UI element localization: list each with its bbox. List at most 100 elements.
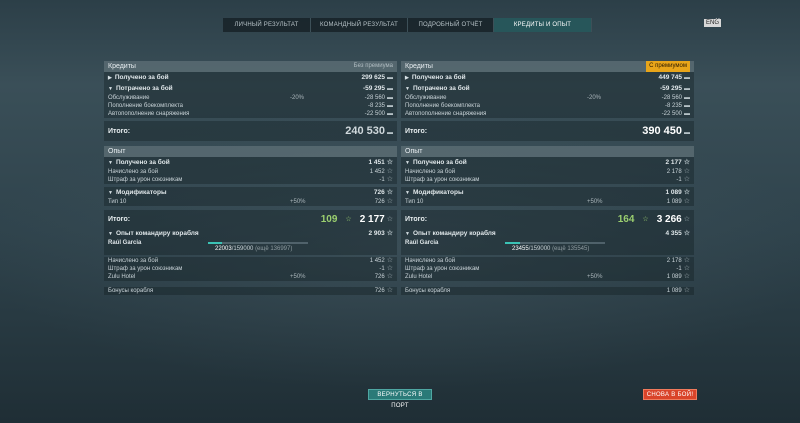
zulu-modifier: +50%: [290, 274, 306, 280]
zulu-label: Zulu Hotel: [405, 274, 433, 280]
credits-spent-label: Потрачено за бой: [115, 84, 173, 92]
collapse-arrow-icon[interactable]: ▼: [405, 231, 410, 237]
exp-total-value: 2 177: [359, 213, 385, 225]
battle-again-button[interactable]: СНОВА В БОЙ!: [643, 389, 697, 400]
collapse-arrow-icon[interactable]: ▼: [405, 160, 410, 166]
modifiers-row[interactable]: ▼ Модификаторы 726 ☆: [104, 187, 397, 198]
tab-detailed-report[interactable]: ПОДРОБНЫЙ ОТЧЁТ: [408, 18, 494, 32]
tier-row: Тип 10 +50% 726 ☆: [104, 198, 397, 206]
exp-earned-row[interactable]: ▼ Получено за бой 2 177 ☆: [401, 157, 694, 168]
credits-spent-label: Потрачено за бой: [412, 84, 470, 92]
zulu-row: Zulu Hotel +50% 726 ☆: [104, 273, 397, 281]
maintenance-value: -28 560 ▬: [661, 95, 690, 101]
expand-arrow-icon[interactable]: ▶: [108, 75, 112, 81]
coin-icon: ▬: [387, 103, 393, 109]
credits-title: Кредиты: [108, 63, 136, 70]
ammo-value: -8 235 ▬: [367, 103, 393, 109]
star-icon: ☆: [386, 287, 393, 294]
premium-tag: С премиумом: [646, 61, 690, 72]
cmdr-exp-label: Опыт командиру корабля: [115, 229, 199, 237]
ship-bonus-row: Бонусы корабля 1 089 ☆: [401, 287, 694, 295]
exp-penalty-label: Штраф за урон союзникам: [108, 177, 183, 183]
exp-penalty-value: -1 ☆: [676, 176, 690, 183]
star-icon: ☆: [386, 198, 393, 205]
ship-bonus-row: Бонусы корабля 726 ☆: [104, 287, 397, 295]
star-icon: ☆: [683, 189, 690, 196]
tab-credits-and-exp[interactable]: КРЕДИТЫ И ОПЫТ: [494, 18, 592, 32]
modifiers-row[interactable]: ▼ Модификаторы 1 089 ☆: [401, 187, 694, 198]
exp-earned-label: Получено за бой: [115, 158, 170, 166]
star-icon: ☆: [386, 216, 393, 223]
cmdr-exp-row[interactable]: ▼ Опыт командиру корабля 4 355 ☆: [401, 228, 694, 239]
exp-earned-row[interactable]: ▼ Получено за бой 1 451 ☆: [104, 157, 397, 168]
consumables-row: Автопополнение снаряжения -22 500 ▬: [104, 110, 397, 118]
zulu-label: Zulu Hotel: [108, 274, 136, 280]
coin-icon: ▬: [684, 130, 690, 136]
star-icon: ☆: [683, 257, 690, 264]
return-to-port-button[interactable]: ВЕРНУТЬСЯ В ПОРТ: [368, 389, 432, 409]
tab-team-result[interactable]: КОМАНДНЫЙ РЕЗУЛЬТАТ: [311, 18, 408, 32]
collapse-arrow-icon[interactable]: ▼: [405, 86, 410, 92]
cmdr-exp-row[interactable]: ▼ Опыт командиру корабля 2 903 ☆: [104, 228, 397, 239]
tier-value: 726 ☆: [374, 198, 393, 205]
exp-header: Опыт: [104, 146, 397, 157]
exp-penalty-value: -1 ☆: [379, 176, 393, 183]
credits-spent-row[interactable]: ▼ Потрачено за бой -59 295 ▬: [104, 83, 397, 94]
consumables-row: Автопополнение снаряжения -22 500 ▬: [401, 110, 694, 118]
cmdr-accrued-label: Начислено за бой: [108, 258, 159, 264]
star-icon: ☆: [683, 168, 690, 175]
credits-spent-row[interactable]: ▼ Потрачено за бой -59 295 ▬: [401, 83, 694, 94]
collapse-arrow-icon[interactable]: ▼: [108, 231, 113, 237]
consumables-label: Автопополнение снаряжения: [405, 111, 487, 117]
tab-personal-result[interactable]: ЛИЧНЫЙ РЕЗУЛЬТАТ: [223, 18, 311, 32]
progress-track: [505, 242, 605, 244]
modifiers-value: 726 ☆: [373, 189, 393, 196]
star-icon: ☆: [683, 176, 690, 183]
ammo-value: -8 235 ▬: [664, 103, 690, 109]
collapse-arrow-icon[interactable]: ▼: [108, 86, 113, 92]
star-icon: ☆: [683, 273, 690, 280]
free-exp-value: 109: [320, 213, 338, 225]
collapse-arrow-icon[interactable]: ▼: [108, 160, 113, 166]
exp-total-label: Итого:: [405, 215, 428, 223]
ship-bonus-value: 1 089 ☆: [666, 287, 690, 294]
zulu-modifier: +50%: [587, 274, 603, 280]
collapse-arrow-icon[interactable]: ▼: [108, 190, 113, 196]
ammo-label: Пополнение боекомплекта: [108, 103, 183, 109]
close-icon[interactable]: ×: [715, 15, 720, 25]
credits-total-row: Итого: 390 450 ▬: [401, 121, 694, 141]
maintenance-modifier: -20%: [587, 95, 602, 101]
star-icon: ☆: [683, 216, 690, 223]
credits-earned-row[interactable]: ▶ Получено за бой 449 745 ▬: [401, 72, 694, 83]
exp-accrued-row: Начислено за бой 1 452 ☆: [104, 168, 397, 176]
star-icon: ☆: [386, 265, 393, 272]
credits-header: Кредиты С премиумом: [401, 61, 694, 72]
cmdr-exp-value: 2 903 ☆: [368, 230, 393, 237]
star-icon: ☆: [386, 257, 393, 264]
coin-icon: ▬: [684, 103, 690, 109]
credits-total-label: Итого:: [405, 127, 428, 135]
credits-total-value: 390 450 ▬: [642, 125, 690, 137]
maintenance-label: Обслуживание: [108, 95, 150, 101]
exp-accrued-value: 1 452 ☆: [369, 168, 393, 175]
coin-icon: ▬: [387, 74, 393, 81]
tier-modifier: +50%: [587, 199, 603, 205]
tier-modifier: +50%: [290, 199, 306, 205]
star-icon: ☆: [386, 189, 393, 196]
tier-row: Тип 10 +50% 1 089 ☆: [401, 198, 694, 206]
credits-total-value: 240 530 ▬: [345, 125, 393, 137]
consumables-label: Автопополнение снаряжения: [108, 111, 190, 117]
star-icon: ☆: [386, 176, 393, 183]
cmdr-penalty-row: Штраф за урон союзникам -1 ☆: [104, 265, 397, 273]
coin-icon: ▬: [387, 130, 393, 136]
captain-name: Raúl Garcia: [405, 240, 439, 246]
collapse-arrow-icon[interactable]: ▼: [405, 190, 410, 196]
free-exp-value: 164: [617, 213, 635, 225]
coin-icon: ▬: [684, 74, 690, 81]
exp-earned-label: Получено за бой: [412, 158, 467, 166]
exp-accrued-row: Начислено за бой 2 178 ☆: [401, 168, 694, 176]
cmdr-exp-value: 4 355 ☆: [665, 230, 690, 237]
credits-earned-row[interactable]: ▶ Получено за бой 299 625 ▬: [104, 72, 397, 83]
expand-arrow-icon[interactable]: ▶: [405, 75, 409, 81]
cmdr-exp-label: Опыт командиру корабля: [412, 229, 496, 237]
